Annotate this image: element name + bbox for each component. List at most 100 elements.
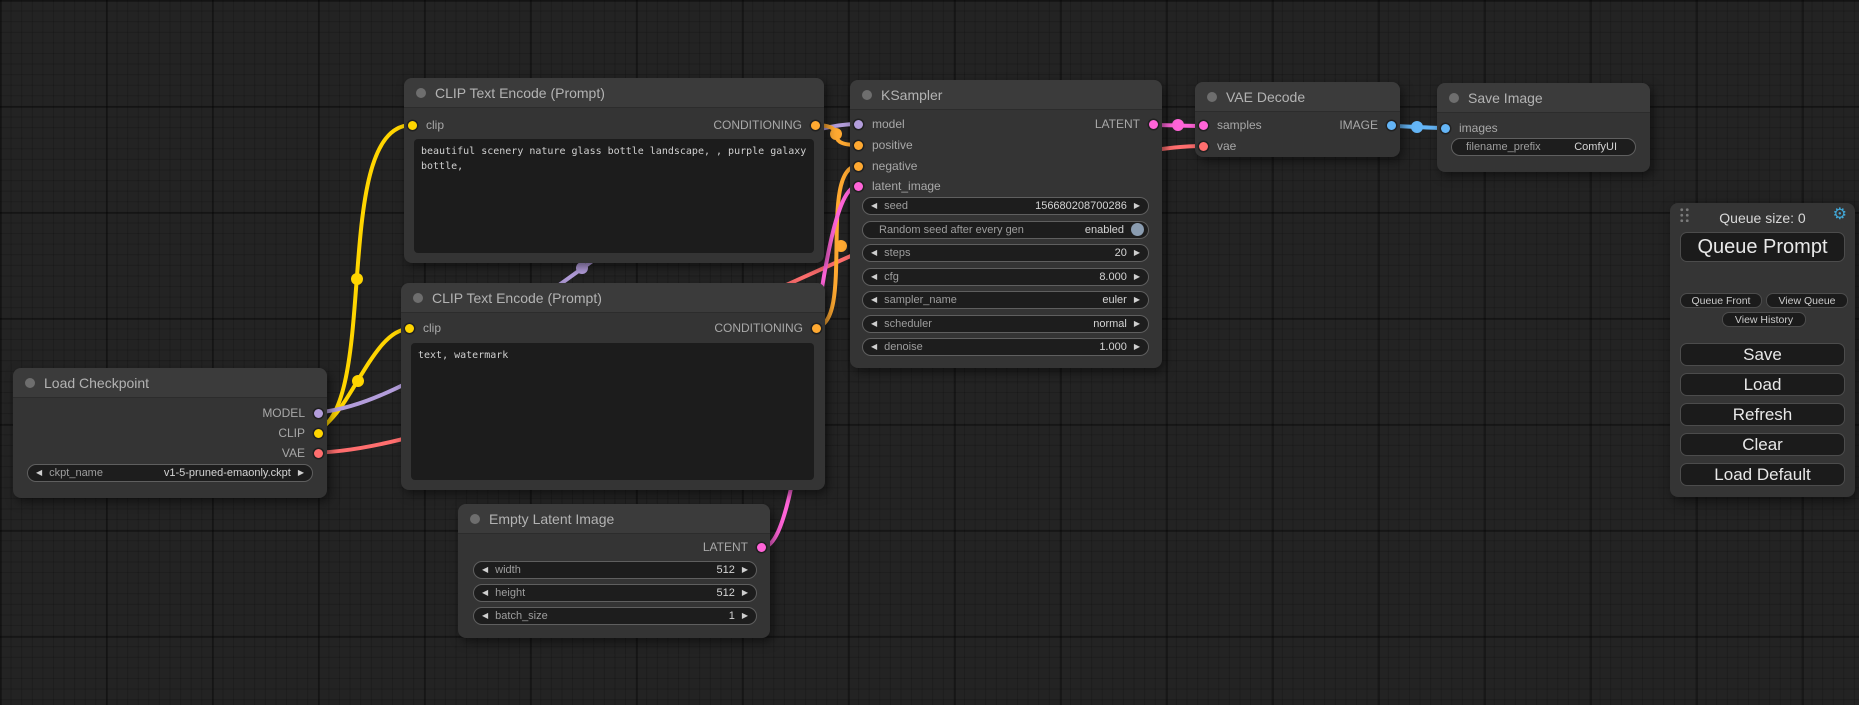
widget-cfg[interactable]: ◀ cfg 8.000 ▶ [862, 268, 1149, 286]
output-slot-conditioning[interactable]: CONDITIONING [713, 116, 824, 135]
widget-scheduler[interactable]: ◀ scheduler normal ▶ [862, 315, 1149, 333]
decrement-arrow-icon[interactable]: ◀ [482, 566, 488, 574]
load-button[interactable]: Load [1680, 373, 1845, 396]
increment-arrow-icon[interactable]: ▶ [742, 612, 748, 620]
model-input-dot[interactable] [854, 120, 863, 129]
input-slot-images[interactable]: images [1437, 119, 1498, 138]
increment-arrow-icon[interactable]: ▶ [1134, 249, 1140, 257]
prompt-textarea[interactable]: text, watermark [411, 343, 814, 480]
queue-front-button[interactable]: Queue Front [1680, 293, 1762, 308]
prompt-textarea[interactable]: beautiful scenery nature glass bottle la… [414, 139, 814, 253]
load-default-button[interactable]: Load Default [1680, 463, 1845, 486]
increment-arrow-icon[interactable]: ▶ [742, 589, 748, 597]
save-button[interactable]: Save [1680, 343, 1845, 366]
output-slot-conditioning[interactable]: CONDITIONING [714, 319, 825, 338]
widget-denoise[interactable]: ◀ denoise 1.000 ▶ [862, 338, 1149, 356]
collapse-dot-icon[interactable] [1449, 93, 1459, 103]
increment-arrow-icon[interactable]: ▶ [1134, 320, 1140, 328]
node-title-bar[interactable]: VAE Decode [1195, 82, 1400, 112]
images-input-dot[interactable] [1441, 124, 1450, 133]
output-slot-latent[interactable]: LATENT [1095, 115, 1162, 134]
latent-image-input-dot[interactable] [854, 182, 863, 191]
widget-steps[interactable]: ◀ steps 20 ▶ [862, 244, 1149, 262]
widget-sampler-name[interactable]: ◀ sampler_name euler ▶ [862, 291, 1149, 309]
output-slot-model[interactable]: MODEL [262, 404, 327, 423]
settings-gear-icon[interactable]: ⚙ [1833, 204, 1847, 224]
samples-input-dot[interactable] [1199, 121, 1208, 130]
widget-height[interactable]: ◀ height 512 ▶ [473, 584, 757, 602]
clear-button[interactable]: Clear [1680, 433, 1845, 456]
queue-prompt-button[interactable]: Queue Prompt [1680, 232, 1845, 262]
node-title-bar[interactable]: Empty Latent Image [458, 504, 770, 534]
increment-arrow-icon[interactable]: ▶ [1134, 273, 1140, 281]
node-vae-decode[interactable]: VAE Decode samples vae IMAGE [1195, 82, 1400, 157]
clip-input-dot[interactable] [405, 324, 414, 333]
vae-input-dot[interactable] [1199, 142, 1208, 151]
collapse-dot-icon[interactable] [416, 88, 426, 98]
toggle-dot-icon[interactable] [1131, 223, 1144, 236]
node-load-checkpoint[interactable]: Load Checkpoint MODEL CLIP VAE ◀ ckpt_na… [13, 368, 327, 498]
widget-random-seed-toggle[interactable]: Random seed after every gen enabled [862, 221, 1149, 239]
decrement-arrow-icon[interactable]: ◀ [482, 612, 488, 620]
increment-arrow-icon[interactable]: ▶ [1134, 343, 1140, 351]
node-title-bar[interactable]: KSampler [850, 80, 1162, 110]
clip-input-dot[interactable] [408, 121, 417, 130]
node-clip-text-encode-positive[interactable]: CLIP Text Encode (Prompt) clip CONDITION… [404, 78, 824, 263]
latent-output-dot[interactable] [757, 543, 766, 552]
node-ksampler[interactable]: KSampler model positive negative latent_… [850, 80, 1162, 368]
widget-filename-prefix[interactable]: filename_prefix ComfyUI [1451, 138, 1636, 156]
clip-output-dot[interactable] [314, 429, 323, 438]
image-output-dot[interactable] [1387, 121, 1396, 130]
view-history-button[interactable]: View History [1722, 312, 1806, 327]
node-title-bar[interactable]: CLIP Text Encode (Prompt) [401, 283, 825, 313]
input-slot-model[interactable]: model [850, 115, 905, 134]
refresh-button[interactable]: Refresh [1680, 403, 1845, 426]
collapse-dot-icon[interactable] [25, 378, 35, 388]
widget-width[interactable]: ◀ width 512 ▶ [473, 561, 757, 579]
increment-arrow-icon[interactable]: ▶ [1134, 202, 1140, 210]
node-empty-latent-image[interactable]: Empty Latent Image LATENT ◀ width 512 ▶ … [458, 504, 770, 638]
input-slot-positive[interactable]: positive [850, 136, 913, 155]
node-title-bar[interactable]: Load Checkpoint [13, 368, 327, 398]
output-slot-vae[interactable]: VAE [282, 444, 327, 463]
conditioning-output-dot[interactable] [811, 121, 820, 130]
positive-input-dot[interactable] [854, 141, 863, 150]
vae-output-dot[interactable] [314, 449, 323, 458]
input-slot-samples[interactable]: samples [1195, 116, 1262, 135]
increment-arrow-icon[interactable]: ▶ [1134, 296, 1140, 304]
node-title-bar[interactable]: CLIP Text Encode (Prompt) [404, 78, 824, 108]
input-slot-clip[interactable]: clip [404, 116, 444, 135]
node-clip-text-encode-negative[interactable]: CLIP Text Encode (Prompt) clip CONDITION… [401, 283, 825, 490]
decrement-arrow-icon[interactable]: ◀ [871, 202, 877, 210]
decrement-arrow-icon[interactable]: ◀ [36, 469, 42, 477]
input-slot-negative[interactable]: negative [850, 157, 917, 176]
collapse-dot-icon[interactable] [1207, 92, 1217, 102]
decrement-arrow-icon[interactable]: ◀ [871, 343, 877, 351]
increment-arrow-icon[interactable]: ▶ [298, 469, 304, 477]
input-slot-clip[interactable]: clip [401, 319, 441, 338]
output-slot-latent[interactable]: LATENT [703, 538, 770, 557]
collapse-dot-icon[interactable] [470, 514, 480, 524]
widget-ckpt-name[interactable]: ◀ ckpt_name v1-5-pruned-emaonly.ckpt ▶ [27, 464, 313, 482]
decrement-arrow-icon[interactable]: ◀ [871, 249, 877, 257]
model-output-dot[interactable] [314, 409, 323, 418]
widget-batch-size[interactable]: ◀ batch_size 1 ▶ [473, 607, 757, 625]
decrement-arrow-icon[interactable]: ◀ [482, 589, 488, 597]
output-slot-image[interactable]: IMAGE [1339, 116, 1400, 135]
output-slot-clip[interactable]: CLIP [278, 424, 327, 443]
collapse-dot-icon[interactable] [413, 293, 423, 303]
drag-handle-icon[interactable] [1679, 207, 1690, 222]
input-slot-latent-image[interactable]: latent_image [850, 177, 941, 196]
node-title-bar[interactable]: Save Image [1437, 83, 1650, 113]
conditioning-output-dot[interactable] [812, 324, 821, 333]
increment-arrow-icon[interactable]: ▶ [742, 566, 748, 574]
decrement-arrow-icon[interactable]: ◀ [871, 320, 877, 328]
node-save-image[interactable]: Save Image images filename_prefix ComfyU… [1437, 83, 1650, 172]
latent-output-dot[interactable] [1149, 120, 1158, 129]
widget-seed[interactable]: ◀ seed 156680208700286 ▶ [862, 197, 1149, 215]
decrement-arrow-icon[interactable]: ◀ [871, 296, 877, 304]
decrement-arrow-icon[interactable]: ◀ [871, 273, 877, 281]
negative-input-dot[interactable] [854, 162, 863, 171]
input-slot-vae[interactable]: vae [1195, 137, 1236, 156]
view-queue-button[interactable]: View Queue [1766, 293, 1848, 308]
